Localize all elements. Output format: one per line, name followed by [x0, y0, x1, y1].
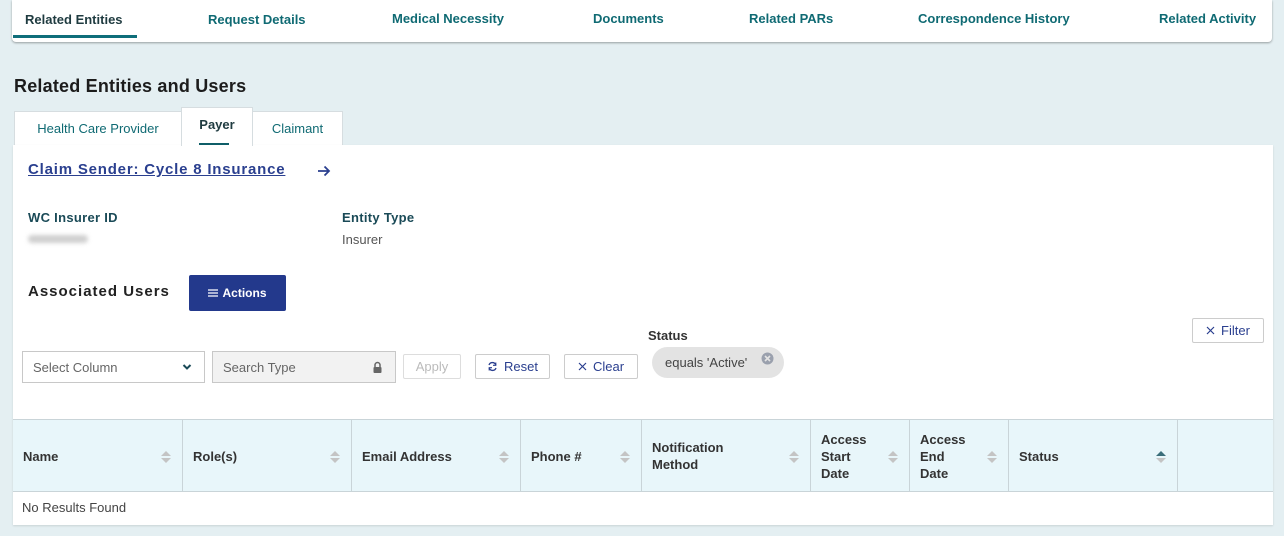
- tab-related-activity[interactable]: Related Activity: [1159, 11, 1256, 26]
- column-header-phone[interactable]: Phone #: [521, 420, 642, 492]
- claim-sender-link[interactable]: Claim Sender: Cycle 8 Insurance: [28, 161, 285, 178]
- close-icon: [1206, 326, 1215, 335]
- subtab-health-care-provider[interactable]: Health Care Provider: [14, 111, 182, 145]
- sort-icon: [499, 451, 509, 463]
- entity-type-value: Insurer: [342, 232, 383, 247]
- search-type-placeholder: Search Type: [223, 359, 296, 375]
- active-tab-underline: [13, 35, 137, 38]
- top-nav: Related Entities Request Details Medical…: [12, 0, 1272, 42]
- subtab-claimant[interactable]: Claimant: [252, 111, 343, 145]
- refresh-icon: [488, 361, 497, 372]
- clear-label: Clear: [592, 359, 625, 374]
- wc-insurer-id-value-redacted: [28, 235, 88, 243]
- subtab-label: Payer: [199, 116, 235, 132]
- column-label: Notification Method: [652, 440, 724, 472]
- column-header-notification-method[interactable]: Notification Method: [642, 420, 811, 492]
- wc-insurer-id-label: WC Insurer ID: [28, 210, 118, 225]
- status-chip-label: equals 'Active': [665, 355, 748, 370]
- column-label: Phone #: [531, 448, 582, 464]
- actions-label: Actions: [222, 286, 267, 300]
- reset-label: Reset: [504, 359, 538, 374]
- tab-medical-necessity[interactable]: Medical Necessity: [392, 11, 504, 26]
- subtab-label: Health Care Provider: [37, 121, 159, 136]
- tab-related-pars[interactable]: Related PARs: [749, 11, 833, 26]
- clear-button[interactable]: Clear: [564, 354, 638, 379]
- column-label: Access End Date: [920, 431, 966, 481]
- column-header-access-end-date[interactable]: Access End Date: [910, 420, 1009, 492]
- select-column-placeholder: Select Column: [33, 359, 118, 375]
- tab-correspondence-history[interactable]: Correspondence History: [918, 11, 1070, 26]
- arrow-right-icon[interactable]: [317, 164, 331, 178]
- column-label: Status: [1019, 448, 1059, 464]
- menu-icon: [208, 289, 219, 297]
- tab-related-entities[interactable]: Related Entities: [25, 12, 123, 27]
- sort-icon: [987, 451, 997, 463]
- column-header-status[interactable]: Status: [1009, 420, 1178, 492]
- subtab-payer[interactable]: Payer: [181, 107, 253, 146]
- sort-icon: [888, 451, 898, 463]
- actions-button[interactable]: Actions: [189, 275, 286, 311]
- column-header-email[interactable]: Email Address: [352, 420, 521, 492]
- entity-type-label: Entity Type: [342, 210, 415, 225]
- filter-toggle-button[interactable]: Filter: [1192, 318, 1264, 343]
- subtab-underline: [199, 143, 229, 145]
- search-type-input[interactable]: Search Type: [212, 351, 396, 383]
- sort-icon: [620, 451, 630, 463]
- select-column-dropdown[interactable]: Select Column: [22, 351, 205, 383]
- remove-chip-icon[interactable]: [761, 352, 774, 365]
- status-filter-label: Status: [648, 328, 688, 343]
- column-header-name[interactable]: Name: [13, 420, 183, 492]
- column-header-actions: [1178, 420, 1273, 492]
- column-label: Email Address: [362, 448, 452, 464]
- chevron-down-icon: [182, 364, 192, 370]
- filter-label: Filter: [1221, 323, 1250, 338]
- tab-documents[interactable]: Documents: [593, 11, 664, 26]
- associated-users-title: Associated Users: [28, 283, 170, 300]
- column-label: Role(s): [193, 448, 238, 464]
- tab-request-details[interactable]: Request Details: [208, 12, 306, 27]
- apply-label: Apply: [415, 359, 449, 374]
- column-label: Access Start Date: [821, 431, 867, 481]
- empty-table-message: No Results Found: [22, 500, 127, 515]
- column-header-access-start-date[interactable]: Access Start Date: [811, 420, 910, 492]
- lock-icon: [373, 361, 382, 373]
- reset-button[interactable]: Reset: [475, 354, 550, 379]
- close-icon: [578, 362, 587, 371]
- section-title: Related Entities and Users: [14, 76, 247, 96]
- subtab-label: Claimant: [271, 121, 324, 136]
- status-filter-chip: equals 'Active': [652, 347, 784, 378]
- apply-button[interactable]: Apply: [403, 354, 461, 379]
- sort-ascending-icon: [1156, 451, 1166, 463]
- sort-icon: [161, 451, 171, 463]
- users-table-header: Name Role(s) Email Address Phone # Notif…: [13, 419, 1273, 492]
- column-header-roles[interactable]: Role(s): [183, 420, 352, 492]
- sort-icon: [789, 451, 799, 463]
- column-label: Name: [23, 448, 59, 464]
- sort-icon: [330, 451, 340, 463]
